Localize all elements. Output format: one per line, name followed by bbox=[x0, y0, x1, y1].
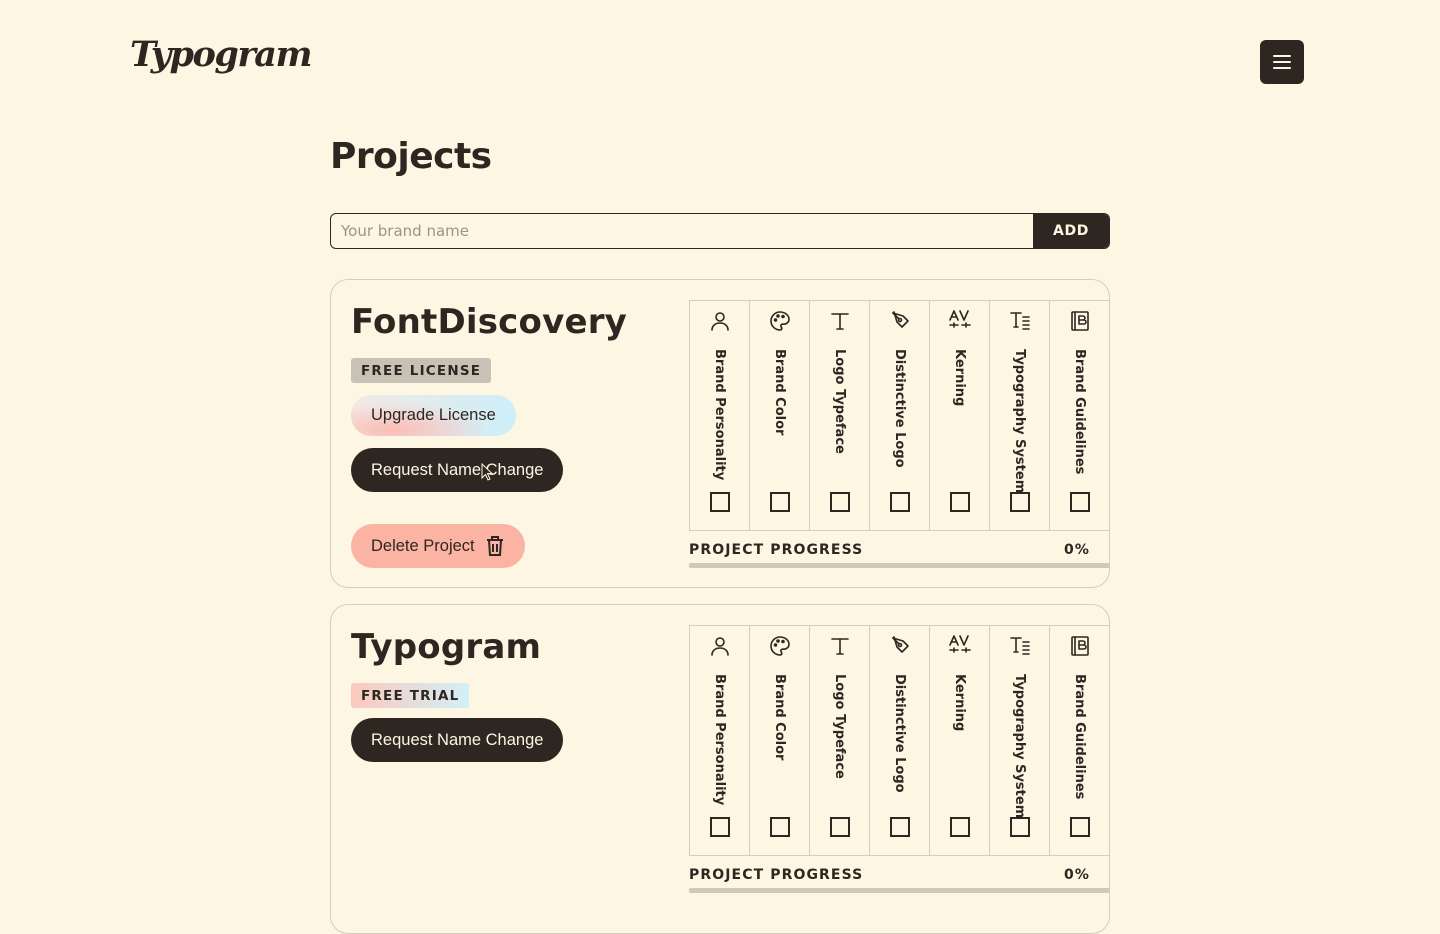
checklist-step: Logo Typeface bbox=[810, 301, 870, 530]
step-checkbox[interactable] bbox=[1009, 492, 1030, 512]
palette-icon bbox=[768, 309, 792, 333]
trial-badge: FREE TRIAL bbox=[351, 683, 470, 708]
step-label: Brand Personality bbox=[712, 349, 727, 481]
palette-icon bbox=[768, 634, 792, 658]
typography-icon bbox=[1008, 309, 1032, 333]
checklist-step: Brand Personality bbox=[690, 626, 750, 855]
step-label: Typography System bbox=[1012, 674, 1027, 819]
step-checkbox[interactable] bbox=[829, 492, 850, 512]
step-label: Kerning bbox=[952, 674, 967, 732]
step-label: Logo Typeface bbox=[832, 674, 847, 779]
step-checkbox[interactable] bbox=[769, 492, 790, 512]
checklist-step: Kerning bbox=[930, 301, 990, 530]
typography-icon bbox=[1008, 634, 1032, 658]
progress-value: 0% bbox=[1064, 867, 1090, 883]
upgrade-license-button[interactable]: Upgrade License bbox=[351, 395, 516, 436]
user-icon bbox=[708, 634, 732, 658]
hamburger-menu-icon bbox=[1273, 55, 1291, 57]
guidelines-book-icon bbox=[1068, 634, 1092, 658]
step-checkbox[interactable] bbox=[949, 492, 970, 512]
typogram-logo[interactable]: Typogram bbox=[130, 34, 312, 75]
step-checkbox[interactable] bbox=[889, 492, 910, 512]
request-name-change-label: Request Name Change bbox=[371, 730, 544, 749]
step-label: Brand Guidelines bbox=[1072, 349, 1087, 475]
checklist-step: Logo Typeface bbox=[810, 626, 870, 855]
type-icon bbox=[828, 309, 852, 333]
progress-label: PROJECT PROGRESS bbox=[689, 542, 864, 558]
checklist-step: Typography System bbox=[990, 626, 1050, 855]
pen-tool-icon bbox=[888, 309, 912, 333]
checklist-step: Typography System bbox=[990, 301, 1050, 530]
add-project-form: ADD bbox=[330, 213, 1110, 249]
step-checkbox[interactable] bbox=[1069, 492, 1090, 512]
step-checkbox[interactable] bbox=[769, 817, 790, 837]
progress-label: PROJECT PROGRESS bbox=[689, 867, 864, 883]
step-checkbox[interactable] bbox=[709, 492, 730, 512]
step-checkbox[interactable] bbox=[1009, 817, 1030, 837]
progress-value: 0% bbox=[1064, 542, 1090, 558]
step-label: Brand Color bbox=[772, 674, 787, 761]
step-label: Distinctive Logo bbox=[892, 674, 907, 793]
kerning-icon bbox=[948, 309, 972, 333]
page-title: Projects bbox=[330, 136, 492, 177]
type-icon bbox=[828, 634, 852, 658]
step-label: Typography System bbox=[1012, 349, 1027, 494]
checklist-step: Kerning bbox=[930, 626, 990, 855]
step-checkbox[interactable] bbox=[1069, 817, 1090, 837]
step-checkbox[interactable] bbox=[829, 817, 850, 837]
checklist-grid: Brand Personality Brand Color Logo Typefac… bbox=[689, 300, 1110, 531]
project-progress: PROJECT PROGRESS 0% bbox=[689, 867, 1110, 893]
user-icon bbox=[708, 309, 732, 333]
project-progress: PROJECT PROGRESS 0% bbox=[689, 542, 1110, 568]
checklist-step: Distinctive Logo bbox=[870, 626, 930, 855]
checklist-step: Distinctive Logo bbox=[870, 301, 930, 530]
project-name: Typogram bbox=[351, 627, 542, 667]
checklist-step: Brand Personality bbox=[690, 301, 750, 530]
pen-tool-icon bbox=[888, 634, 912, 658]
checklist-step: Brand Guidelines bbox=[1050, 626, 1110, 855]
step-label: Distinctive Logo bbox=[892, 349, 907, 468]
step-checkbox[interactable] bbox=[709, 817, 730, 837]
project-card: FontDiscovery FREE LICENSE Upgrade Licen… bbox=[330, 279, 1110, 588]
step-label: Logo Typeface bbox=[832, 349, 847, 454]
step-label: Brand Color bbox=[772, 349, 787, 436]
project-card: Typogram FREE TRIAL Request Name Change … bbox=[330, 604, 1110, 934]
step-label: Kerning bbox=[952, 349, 967, 407]
guidelines-book-icon bbox=[1068, 309, 1092, 333]
step-label: Brand Personality bbox=[712, 674, 727, 806]
upgrade-license-label: Upgrade License bbox=[371, 406, 496, 424]
checklist-step: Brand Color bbox=[750, 626, 810, 855]
step-checkbox[interactable] bbox=[949, 817, 970, 837]
kerning-icon bbox=[948, 634, 972, 658]
step-label: Brand Guidelines bbox=[1072, 674, 1087, 800]
delete-project-label: Delete Project bbox=[371, 536, 475, 555]
request-name-change-button[interactable]: Request Name Change bbox=[351, 718, 564, 762]
checklist-step: Brand Color bbox=[750, 301, 810, 530]
request-name-change-button[interactable]: Request Name Change bbox=[351, 448, 564, 492]
progress-bar bbox=[689, 563, 1110, 568]
project-name: FontDiscovery bbox=[351, 302, 628, 342]
delete-project-button[interactable]: Delete Project bbox=[351, 524, 525, 568]
request-name-change-label: Request Name Change bbox=[371, 460, 544, 479]
checklist-step: Brand Guidelines bbox=[1050, 301, 1110, 530]
brand-name-input[interactable] bbox=[331, 214, 1033, 248]
progress-bar bbox=[689, 888, 1110, 893]
step-checkbox[interactable] bbox=[889, 817, 910, 837]
trash-icon bbox=[486, 536, 503, 556]
checklist-grid: Brand Personality Brand Color Logo Typefac… bbox=[689, 625, 1110, 856]
add-button[interactable]: ADD bbox=[1033, 214, 1109, 248]
menu-button[interactable] bbox=[1260, 40, 1304, 84]
license-badge: FREE LICENSE bbox=[351, 358, 492, 383]
